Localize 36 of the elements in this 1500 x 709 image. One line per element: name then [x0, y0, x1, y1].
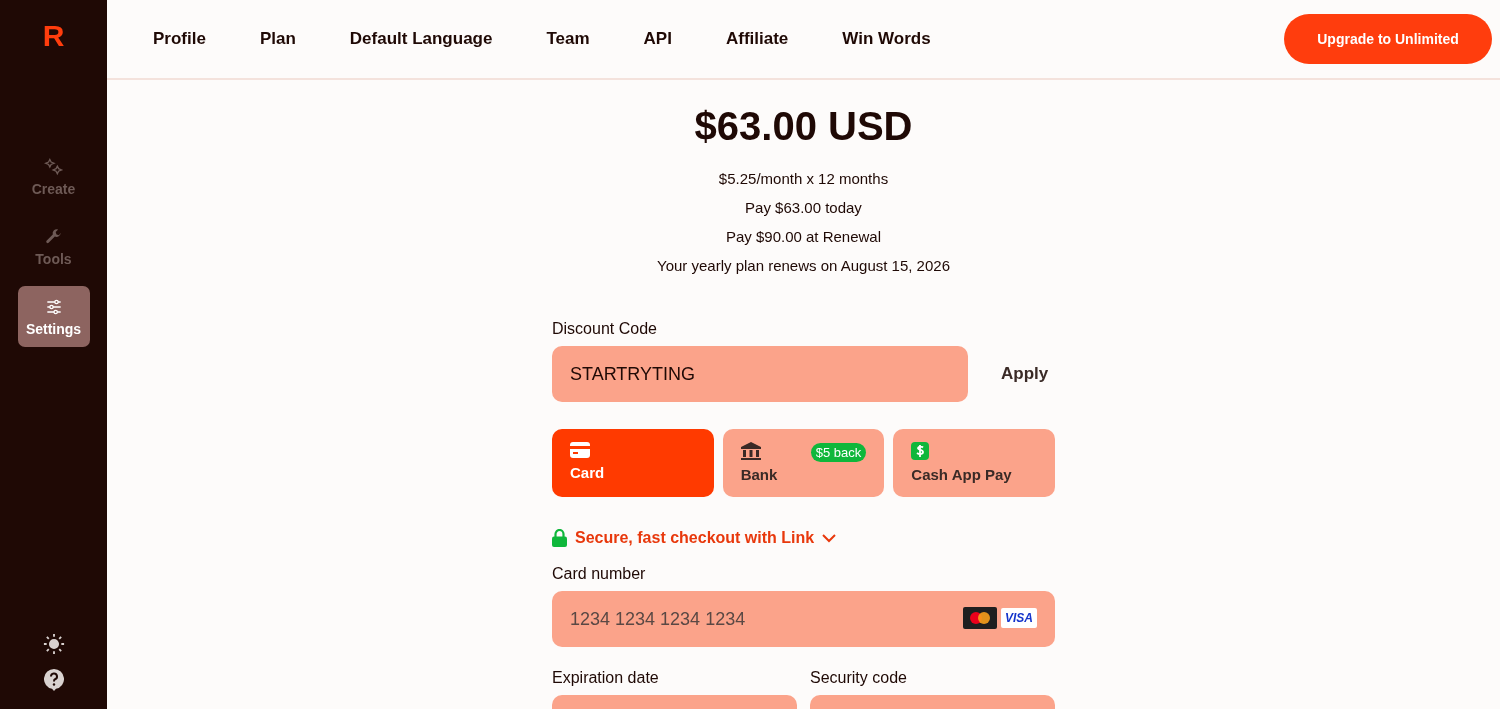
- apply-button[interactable]: Apply: [995, 363, 1055, 385]
- chevron-down-icon[interactable]: [822, 533, 837, 543]
- card-icon: [570, 442, 590, 458]
- plan-detail: Your yearly plan renews on August 15, 2026: [656, 256, 951, 276]
- nav-tab[interactable]: Team: [546, 29, 617, 49]
- logo[interactable]: R: [42, 20, 65, 52]
- sparkles-icon: [43, 156, 64, 177]
- field-label: Card number: [552, 565, 647, 583]
- field-label: Discount Code: [552, 320, 658, 338]
- plan-detail: $5.25/month x 12 months: [717, 169, 890, 189]
- field-label: Security code: [810, 669, 908, 687]
- link-checkout-link[interactable]: Secure, fast checkout with Link: [575, 529, 815, 547]
- plan-detail: Pay $90.00 at Renewal: [724, 227, 883, 247]
- nav-tab[interactable]: Default Language: [349, 29, 520, 49]
- nav-tab[interactable]: Affiliate: [725, 29, 816, 49]
- mastercard-icon: [963, 607, 997, 629]
- bank-icon: [740, 442, 761, 460]
- lock-icon: [552, 529, 567, 547]
- cashback-badge: $5 back: [810, 443, 867, 462]
- discount-code-field[interactable]: STARTRYTING: [552, 346, 968, 402]
- nav-tab[interactable]: Win Words: [842, 29, 958, 49]
- payment-method-tab[interactable]: Card: [552, 429, 714, 497]
- sidebar-item[interactable]: Settings: [17, 286, 90, 347]
- dollar-icon: [911, 442, 930, 460]
- nav-tab[interactable]: API: [643, 29, 699, 49]
- nav-tab[interactable]: Profile: [153, 29, 233, 49]
- card-brand: VISA: [1001, 608, 1037, 628]
- field-label: Expiration date: [552, 669, 660, 687]
- nav-tab[interactable]: Plan: [259, 29, 323, 49]
- plan-detail: Pay $63.00 today: [744, 198, 863, 218]
- plan-price: $63.00 USD: [693, 103, 914, 150]
- payment-method-tab[interactable]: Bank $5 back: [722, 429, 885, 497]
- payment-method-tab[interactable]: Cash App Pay: [893, 429, 1055, 497]
- upgrade-button[interactable]: Upgrade to Unlimited: [1284, 14, 1492, 64]
- help-icon[interactable]: [43, 669, 64, 691]
- sun-icon[interactable]: [42, 633, 65, 655]
